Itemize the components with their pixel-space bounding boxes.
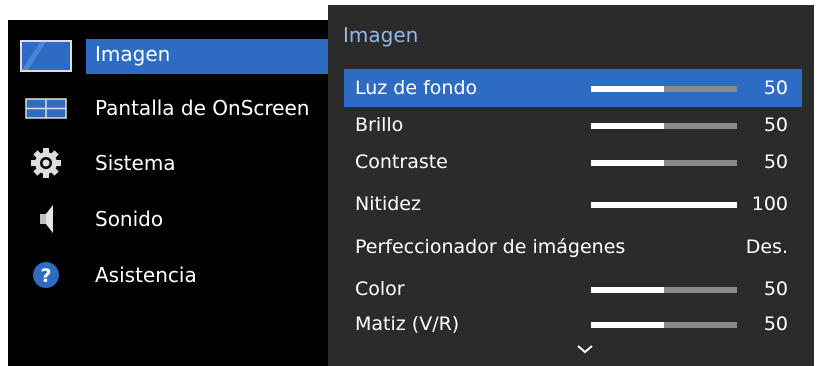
setting-label: Nitidez	[355, 193, 421, 215]
menu-item-asistencia[interactable]: ? Asistencia	[8, 247, 333, 303]
menu-item-pantalla-onscreen[interactable]: Pantalla de OnScreen	[8, 80, 333, 136]
setting-row-luz-de-fondo[interactable]: Luz de fondo 50	[344, 69, 802, 107]
setting-slider[interactable]	[591, 86, 737, 92]
setting-label: Luz de fondo	[355, 77, 478, 99]
setting-label: Contraste	[355, 151, 448, 173]
setting-value: Des.	[745, 236, 788, 258]
gear-icon	[20, 145, 72, 181]
menu-item-sonido[interactable]: Sonido	[8, 191, 333, 247]
menu-item-label: Imagen	[95, 42, 171, 66]
setting-value: 50	[763, 278, 788, 300]
setting-slider[interactable]	[591, 287, 737, 293]
setting-value: 100	[751, 193, 788, 215]
menu-item-label: Sistema	[95, 151, 176, 175]
help-icon: ?	[20, 257, 72, 293]
setting-row-nitidez[interactable]: Nitidez 100	[344, 185, 802, 223]
setting-row-color[interactable]: Color 50	[344, 270, 802, 308]
menu-item-label: Asistencia	[95, 263, 197, 287]
setting-label: Color	[355, 278, 405, 300]
setting-row-matiz[interactable]: Matiz (V/R) 50	[344, 305, 802, 343]
setting-label: Perfeccionador de imágenes	[355, 236, 626, 258]
setting-slider[interactable]	[591, 322, 737, 328]
submenu-title: Imagen	[343, 23, 419, 47]
setting-label: Brillo	[355, 114, 404, 136]
setting-value: 50	[763, 151, 788, 173]
screen-layout-icon	[20, 90, 72, 126]
setting-value: 50	[763, 77, 788, 99]
setting-slider[interactable]	[591, 123, 737, 129]
tv-menu-screen: Imagen Pantalla de OnScreen Sistema Soni…	[0, 0, 822, 366]
setting-value: 50	[763, 313, 788, 335]
chevron-down-icon[interactable]	[576, 341, 594, 355]
menu-item-sistema[interactable]: Sistema	[8, 135, 333, 191]
setting-row-brillo[interactable]: Brillo 50	[344, 106, 802, 144]
main-menu: Imagen Pantalla de OnScreen Sistema Soni…	[8, 20, 333, 366]
setting-label: Matiz (V/R)	[355, 313, 460, 335]
svg-text:?: ?	[40, 265, 51, 287]
picture-icon	[20, 40, 72, 72]
setting-slider[interactable]	[591, 202, 737, 208]
setting-row-perfeccionador[interactable]: Perfeccionador de imágenes Des.	[344, 228, 802, 266]
menu-item-label: Pantalla de OnScreen	[95, 96, 310, 120]
speaker-icon	[20, 201, 72, 237]
picture-submenu: Imagen Luz de fondo 50 Brillo 50 Contras…	[328, 5, 814, 366]
setting-row-contraste[interactable]: Contraste 50	[344, 143, 802, 181]
setting-value: 50	[763, 114, 788, 136]
menu-item-label: Sonido	[95, 207, 164, 231]
menu-item-imagen[interactable]: Imagen	[8, 24, 333, 80]
setting-slider[interactable]	[591, 160, 737, 166]
